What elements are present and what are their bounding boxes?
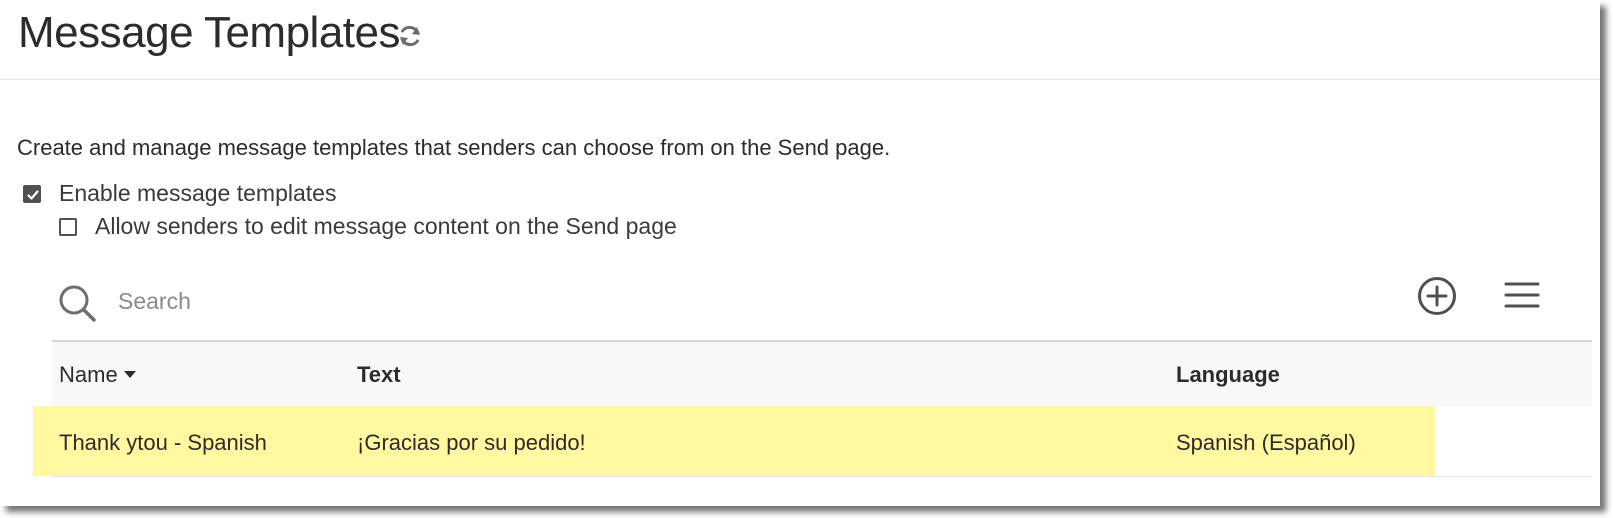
allow-edit-checkbox[interactable]	[59, 217, 77, 236]
cell-text: ¡Gracias por su pedido!	[357, 430, 586, 455]
cell-name: Thank ytou - Spanish	[59, 430, 267, 455]
templates-table: Name Text Language Thank ytou - Spanish …	[33, 342, 1592, 477]
search-icon	[59, 285, 96, 322]
enable-templates-option[interactable]: Enable message templates	[23, 180, 336, 207]
message-templates-panel: Message Templates Create and manage mess…	[0, 0, 1600, 506]
allow-edit-option[interactable]: Allow senders to edit message content on…	[59, 213, 677, 240]
enable-templates-checkbox[interactable]	[23, 184, 41, 203]
cell-language: Spanish (Español)	[1176, 430, 1356, 455]
table-toolbar	[52, 270, 1592, 342]
search-input[interactable]	[118, 282, 718, 320]
allow-edit-label: Allow senders to edit message content on…	[95, 213, 677, 239]
refresh-icon[interactable]	[397, 23, 423, 49]
page-header: Message Templates	[0, 0, 1600, 80]
checkmark-icon	[27, 189, 39, 200]
column-header-language[interactable]: Language	[1176, 362, 1280, 388]
column-header-name[interactable]: Name	[59, 362, 136, 388]
table-header: Name Text Language	[52, 342, 1592, 406]
caret-down-icon	[123, 371, 136, 378]
page-title: Message Templates	[18, 8, 401, 57]
column-header-text[interactable]: Text	[357, 362, 401, 388]
table-row[interactable]: Thank ytou - Spanish ¡Gracias por su ped…	[33, 406, 1592, 477]
plus-circle-icon[interactable]	[1416, 275, 1458, 317]
enable-templates-label: Enable message templates	[59, 180, 337, 206]
hamburger-menu-icon[interactable]	[1504, 280, 1540, 310]
column-header-name-label: Name	[59, 362, 118, 387]
page-description: Create and manage message templates that…	[17, 135, 891, 160]
